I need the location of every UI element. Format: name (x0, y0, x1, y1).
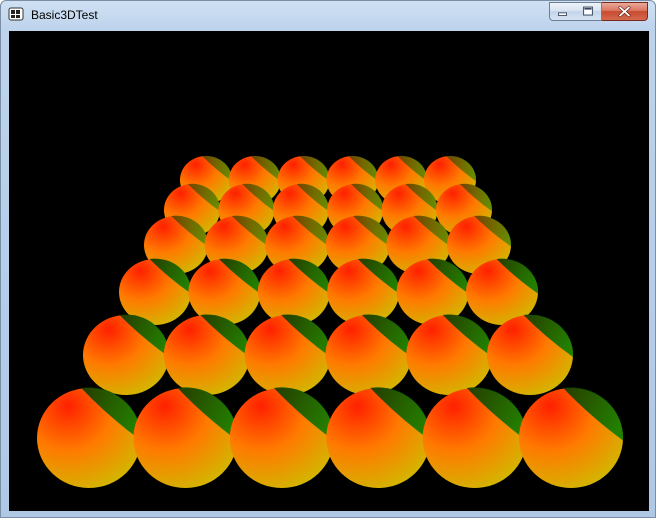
minimize-button[interactable] (549, 2, 576, 21)
window-title: Basic3DTest (31, 8, 98, 22)
sphere (188, 258, 261, 325)
minimize-icon (558, 12, 567, 16)
sphere (487, 314, 574, 395)
maximize-icon (583, 6, 593, 16)
sphere (519, 387, 624, 488)
sphere (326, 387, 431, 488)
close-icon (618, 5, 631, 18)
sphere (37, 387, 142, 488)
sphere (83, 314, 170, 395)
render-viewport[interactable] (9, 31, 649, 511)
sphere (133, 387, 238, 488)
sphere (244, 314, 331, 395)
sphere-grid-scene (9, 31, 649, 511)
sphere (396, 258, 469, 325)
sphere (229, 387, 334, 488)
sphere (422, 387, 527, 488)
sphere (163, 314, 250, 395)
close-button[interactable] (602, 2, 648, 21)
title-bar[interactable]: Basic3DTest (1, 1, 655, 28)
maximize-button[interactable] (575, 2, 602, 21)
sphere (406, 314, 493, 395)
app-icon (8, 7, 24, 21)
app-window: Basic3DTest (0, 0, 656, 518)
sphere (325, 314, 412, 395)
